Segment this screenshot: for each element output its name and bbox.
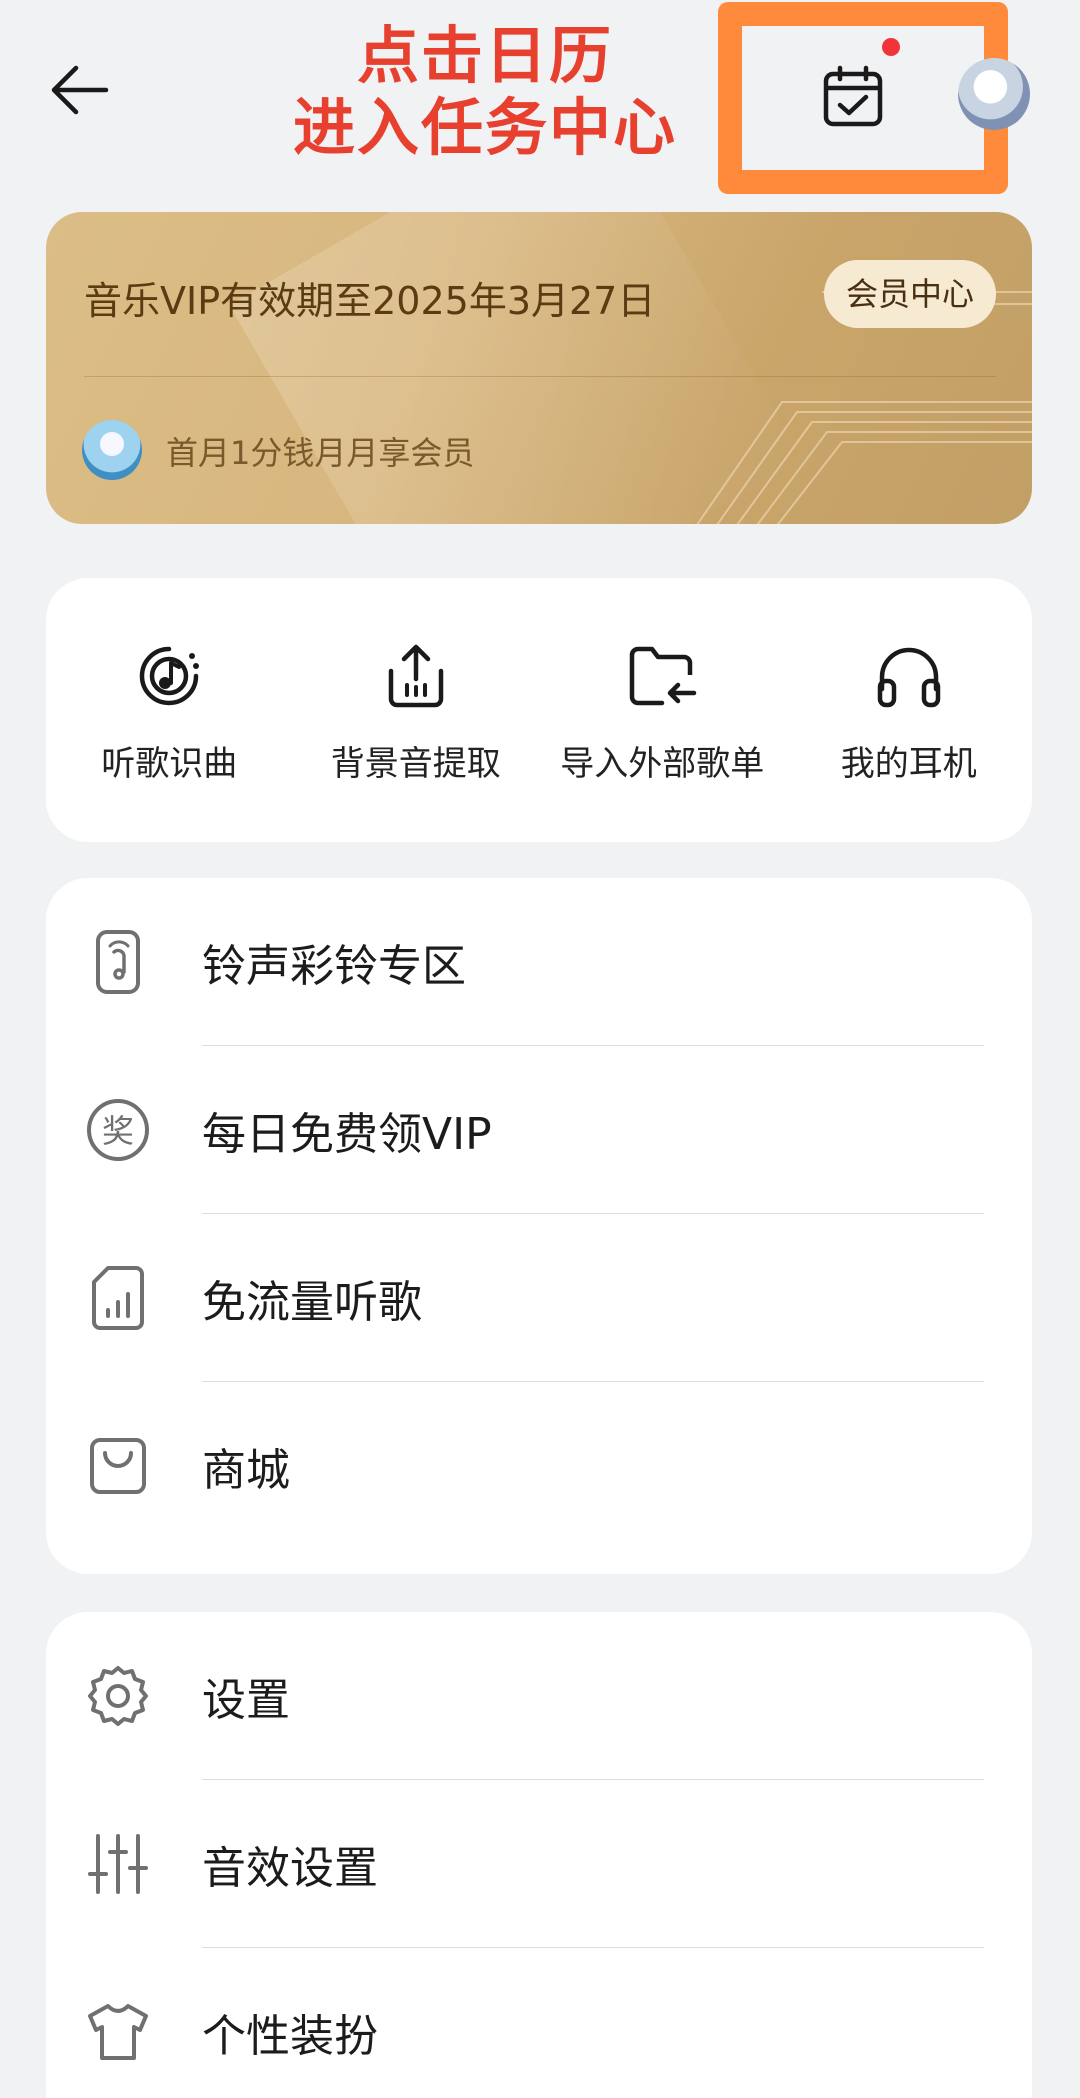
reward-badge-icon: 奖 — [84, 1096, 152, 1164]
services-list-card: 铃声彩铃专区 奖 每日免费领VIP 免流量听歌 商城 — [46, 878, 1032, 1574]
member-center-button[interactable]: 会员中心 — [823, 260, 996, 328]
back-arrow-icon — [51, 65, 109, 115]
music-recognition-icon — [131, 638, 207, 714]
promo-avatar — [82, 420, 142, 480]
vip-card[interactable]: 音乐VIP有效期至2025年3月27日 会员中心 首月1分钱月月享会员 — [46, 212, 1032, 524]
upload-extract-icon — [378, 638, 454, 714]
list-item-sound-effects[interactable]: 音效设置 — [46, 1780, 1032, 1948]
annotation-line-1: 点击日历 — [356, 19, 613, 92]
shopping-bag-icon — [84, 1432, 152, 1500]
quick-action-label: 导入外部歌单 — [560, 744, 765, 784]
list-item-label: 铃声彩铃专区 — [202, 941, 466, 992]
quick-action-background-extract[interactable]: 背景音提取 — [293, 578, 540, 842]
quick-action-label: 我的耳机 — [840, 744, 977, 784]
list-item-label: 免流量听歌 — [202, 1277, 422, 1328]
list-item-label: 商城 — [202, 1445, 290, 1496]
user-avatar[interactable] — [958, 58, 1030, 130]
list-item-label: 每日免费领VIP — [202, 1109, 492, 1160]
back-button[interactable] — [40, 50, 120, 130]
list-item-free-data[interactable]: 免流量听歌 — [46, 1214, 1032, 1382]
equalizer-icon — [84, 1830, 152, 1898]
annotation-line-2: 进入任务中心 — [292, 91, 677, 164]
headphones-icon — [871, 638, 947, 714]
annotation-text: 点击日历 进入任务中心 — [255, 20, 715, 164]
list-item-label: 设置 — [202, 1675, 290, 1726]
quick-action-my-headphones[interactable]: 我的耳机 — [786, 578, 1033, 842]
gear-icon — [84, 1662, 152, 1730]
quick-actions-card: 听歌识曲 背景音提取 导入外部歌单 我的耳机 — [46, 578, 1032, 842]
list-item-personalize[interactable]: 个性装扮 — [46, 1948, 1032, 2098]
quick-action-import-playlist[interactable]: 导入外部歌单 — [539, 578, 786, 842]
quick-action-label: 听歌识曲 — [101, 744, 238, 784]
list-item-mall[interactable]: 商城 — [46, 1382, 1032, 1550]
quick-action-label: 背景音提取 — [330, 744, 501, 784]
vip-divider — [84, 376, 996, 377]
ringtone-icon — [84, 928, 152, 996]
vip-promo-text[interactable]: 首月1分钱月月享会员 — [166, 428, 474, 474]
page: 点击日历 进入任务中心 音乐VIP有效期至2025年3月27日 会员中心 首月1… — [0, 0, 1080, 2098]
quick-action-song-recognition[interactable]: 听歌识曲 — [46, 578, 293, 842]
settings-list-card: 设置 音效设置 个性装扮 — [46, 1612, 1032, 2098]
folder-import-icon — [624, 638, 700, 714]
sim-data-icon — [84, 1264, 152, 1332]
vip-expiry-text: 音乐VIP有效期至2025年3月27日 — [84, 279, 656, 323]
list-item-free-vip[interactable]: 奖 每日免费领VIP — [46, 1046, 1032, 1214]
list-item-label: 个性装扮 — [202, 2011, 378, 2062]
list-item-label: 音效设置 — [202, 1843, 378, 1894]
tshirt-icon — [84, 1998, 152, 2066]
svg-text:奖: 奖 — [102, 1112, 134, 1150]
list-item-ringtone[interactable]: 铃声彩铃专区 — [46, 878, 1032, 1046]
list-item-settings[interactable]: 设置 — [46, 1612, 1032, 1780]
